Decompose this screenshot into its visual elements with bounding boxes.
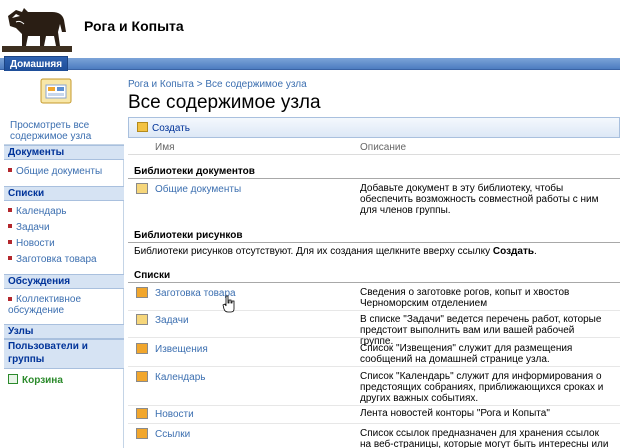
no-picture-libraries-text: Библиотеки рисунков отсутствуют. Для их …	[134, 246, 537, 257]
nav-item-shared-documents[interactable]: Общие документы	[8, 166, 102, 177]
section-divider	[128, 242, 620, 243]
link-tasks[interactable]: Задачи	[155, 315, 189, 326]
row-divider	[128, 423, 620, 424]
section-divider	[128, 282, 620, 283]
row-divider	[128, 310, 620, 311]
top-nav-bar	[0, 58, 620, 70]
desc-calendar: Список "Календарь" служит для информиров…	[360, 371, 604, 404]
desc-news: Лента новостей конторы "Рога и Копыта"	[360, 408, 550, 419]
desc-goods-procurement: Сведения о заготовке рогов, копыт и хвос…	[360, 287, 570, 309]
toolbar: Создать	[128, 117, 620, 138]
nav-item-tasks[interactable]: Задачи	[8, 222, 50, 233]
nav-item-label: Новости	[16, 238, 55, 249]
desc-links: Список ссылок предназначен для хранения …	[360, 428, 609, 448]
nav-item-label: Общие документы	[16, 166, 103, 177]
link-shared-documents[interactable]: Общие документы	[155, 184, 241, 195]
nav-item-team-discussion[interactable]: Коллективное обсуждение	[8, 294, 108, 316]
nav-heading-documents[interactable]: Документы	[4, 145, 124, 160]
desc-announcements: Список "Извещения" служит для размещения…	[360, 343, 573, 365]
link-announcements[interactable]: Извещения	[155, 344, 208, 355]
site-content-icon	[40, 78, 72, 104]
site-title[interactable]: Рога и Копыта	[84, 18, 184, 34]
nav-heading-sites[interactable]: Узлы	[4, 324, 124, 339]
bullet-icon	[8, 297, 12, 302]
site-header: Рога и Копыта	[0, 0, 620, 58]
content-area: Создать Имя Описание Библиотеки документ…	[128, 117, 620, 448]
nav-heading-discussions[interactable]: Обсуждения	[4, 274, 124, 289]
section-divider	[128, 178, 620, 179]
left-nav: Просмотреть все содержимое узла Документ…	[4, 117, 124, 448]
breadcrumb-site-link[interactable]: Рога и Копыта	[128, 79, 194, 90]
desc-shared-documents: Добавьте документ в эту библиотеку, чтоб…	[360, 183, 599, 216]
column-header-description: Описание	[360, 142, 407, 153]
nav-item-calendar[interactable]: Календарь	[8, 206, 66, 217]
nav-heading-people-groups[interactable]: Пользователи и группы	[4, 339, 124, 369]
link-calendar[interactable]: Календарь	[155, 372, 205, 383]
link-news[interactable]: Новости	[155, 409, 194, 420]
section-heading-pic-libraries: Библиотеки рисунков	[134, 230, 243, 241]
hand-cursor-icon	[222, 295, 235, 313]
recycle-bin-icon	[8, 374, 18, 384]
recycle-bin-link[interactable]: Корзина	[8, 374, 63, 386]
breadcrumb: Рога и Копыта > Все содержимое узла	[128, 79, 307, 90]
row-divider	[128, 366, 620, 367]
nav-item-label: Календарь	[16, 206, 67, 217]
create-button[interactable]: Создать	[137, 122, 190, 134]
empty-message: Библиотеки рисунков отсутствуют. Для их …	[134, 246, 491, 257]
bullet-icon	[8, 240, 12, 244]
recycle-bin-label: Корзина	[22, 375, 63, 386]
cow-logo[interactable]	[2, 2, 72, 56]
announcements-icon	[136, 343, 148, 354]
link-links[interactable]: Ссылки	[155, 429, 190, 440]
breadcrumb-separator: >	[196, 79, 203, 90]
nav-item-news[interactable]: Новости	[8, 238, 55, 249]
nav-heading-lists[interactable]: Списки	[4, 186, 124, 201]
view-all-content-link[interactable]: Просмотреть все содержимое узла	[4, 117, 124, 145]
section-heading-lists: Списки	[134, 270, 171, 281]
header-divider	[128, 154, 620, 155]
bullet-icon	[8, 168, 12, 172]
page-title: Все содержимое узла	[128, 92, 321, 113]
tasks-icon	[136, 314, 148, 325]
create-label: Создать	[152, 123, 191, 134]
create-icon	[137, 122, 148, 132]
bullet-icon	[8, 256, 12, 260]
row-divider	[128, 405, 620, 406]
empty-message-end: .	[534, 246, 537, 257]
nav-item-label: Коллективное обсуждение	[8, 294, 82, 316]
calendar-icon	[136, 371, 148, 382]
nav-item-label: Задачи	[16, 222, 50, 233]
bullet-icon	[8, 208, 12, 212]
tab-home[interactable]: Домашняя	[4, 56, 68, 71]
bullet-icon	[8, 224, 12, 228]
list-goods-icon	[136, 287, 148, 298]
links-icon	[136, 428, 148, 439]
row-divider	[128, 337, 620, 338]
column-header-name[interactable]: Имя	[155, 142, 174, 153]
news-icon	[136, 408, 148, 419]
breadcrumb-current: Все содержимое узла	[205, 79, 307, 90]
document-library-icon	[136, 183, 148, 194]
nav-item-goods[interactable]: Заготовка товара	[8, 254, 97, 265]
section-heading-doc-libraries: Библиотеки документов	[134, 166, 255, 177]
create-inline-link[interactable]: Создать	[493, 246, 534, 257]
nav-item-label: Заготовка товара	[16, 254, 97, 265]
